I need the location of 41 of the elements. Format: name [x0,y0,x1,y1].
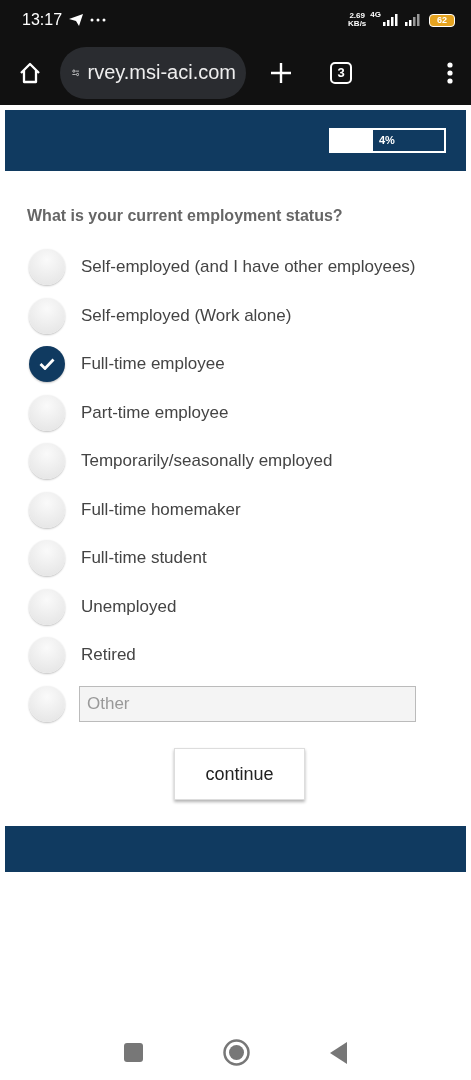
radio-button[interactable] [29,297,65,334]
menu-icon[interactable] [447,61,453,84]
tab-count-button[interactable]: 3 [330,61,352,84]
home-icon[interactable] [18,60,42,85]
radio-button[interactable] [29,249,65,286]
radio-button[interactable] [29,491,65,528]
address-bar[interactable]: rvey.msi-aci.com [60,46,246,99]
radio-button[interactable] [29,540,65,577]
radio-button[interactable] [29,394,65,431]
signal-icon [383,14,401,26]
network-speed: 2.69 [349,12,365,20]
option-label[interactable]: Temporarily/seasonally employed [81,451,333,472]
back-icon[interactable] [329,1041,348,1064]
clock-time: 13:17 [22,11,63,29]
paper-plane-icon [68,13,85,27]
radio-button[interactable] [29,443,65,480]
speed-unit: KB/s [348,20,367,28]
continue-button[interactable]: continue [174,748,305,800]
radio-button[interactable] [29,588,65,625]
network-type: 4G [370,10,381,19]
option-label[interactable]: Unemployed [81,596,177,617]
new-tab-icon[interactable] [270,61,292,84]
option-label[interactable]: Full-time student [81,548,207,569]
check-icon [39,358,55,371]
option-label[interactable]: Part-time employee [81,402,229,423]
option-label[interactable]: Retired [81,645,136,666]
progress-label: 4% [379,134,395,146]
battery-icon: 62 [429,13,455,27]
option-label[interactable]: Self-employed (and I have other employees) [81,257,416,278]
radio-button[interactable] [29,685,65,722]
recent-apps-icon[interactable] [123,1043,143,1062]
option-label[interactable]: Full-time employee [81,354,225,375]
other-input-field[interactable]: Other [79,685,416,722]
option-label[interactable]: Full-time homemaker [81,499,241,520]
more-notifications-icon [90,18,107,22]
question-text: What is your current employment status? [27,207,344,225]
radio-button[interactable] [29,637,65,674]
option-label[interactable]: Self-employed (Work alone) [81,305,292,326]
radio-button[interactable] [29,346,65,383]
home-button-icon[interactable] [222,1039,250,1066]
signal-icon [403,14,423,26]
